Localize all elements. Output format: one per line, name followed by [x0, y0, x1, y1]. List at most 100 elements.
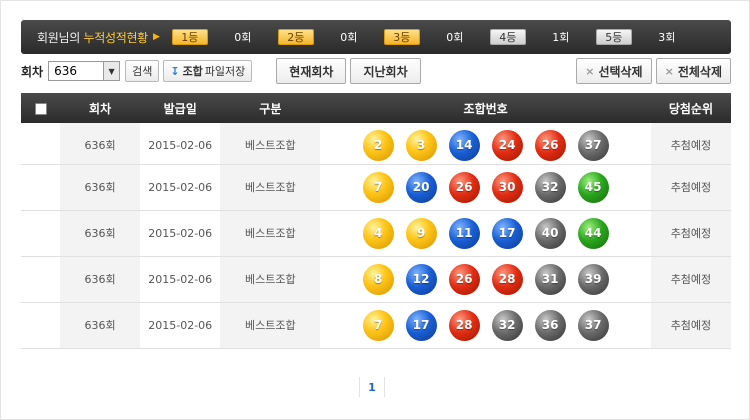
numbers-cell: 7 17 28 32 36 37 [320, 302, 651, 349]
number-ball: 44 [577, 217, 609, 249]
number-ball-group: 7 17 28 32 36 37 [320, 309, 650, 341]
header-type: 구분 [259, 101, 282, 116]
rank-badge: 4등 [489, 29, 526, 45]
table-row[interactable]: 636회 2015-02-06 베스트조합 7 20 26 30 32 45 추첨예정 [21, 164, 731, 211]
number-ball: 24 [491, 129, 523, 161]
rank-count: 0회 [234, 31, 252, 44]
rank-summary-list: 1등 0회 2등 0회 3등 0회 4등 1회 5등 3회 [171, 29, 702, 45]
numbers-cell: 4 9 11 17 40 44 [320, 210, 651, 257]
type-cell: 베스트조합 [220, 123, 321, 165]
toolbar: 회차 636 ▼ 검색 ↧ 조합 파일저장 현재회차 지난회차 × 선택삭제 ×… [21, 58, 731, 84]
rank-cell: 추첨예정 [650, 210, 731, 257]
number-ball: 17 [491, 217, 523, 249]
number-ball: 7 [362, 309, 394, 341]
round-cell: 636회 [60, 210, 141, 257]
round-cell: 636회 [60, 164, 141, 211]
date-cell: 2015-02-06 [140, 210, 221, 257]
rank-cell: 추첨예정 [650, 256, 731, 303]
round-label: 회차 [21, 64, 44, 79]
rank-count: 3회 [658, 31, 676, 44]
header-rank: 당첨순위 [668, 101, 714, 116]
table-header: 회차 발급일 구분 조합번호 당첨순위 [21, 93, 731, 123]
download-icon: ↧ [170, 64, 180, 78]
current-round-button[interactable]: 현재회차 [276, 58, 347, 84]
number-ball-group: 7 20 26 30 32 45 [320, 171, 650, 203]
save-file-bold-label: 조합 [182, 65, 203, 78]
number-ball: 26 [448, 263, 480, 295]
delete-selected-label: 선택삭제 [598, 64, 643, 79]
table-row[interactable]: 636회 2015-02-06 베스트조합 8 12 26 28 31 39 추첨예정 [21, 256, 731, 303]
page-link-current[interactable]: 1 [368, 381, 376, 394]
header-round: 회차 [89, 101, 112, 116]
save-file-button[interactable]: ↧ 조합 파일저장 [163, 60, 253, 82]
summary-highlight: 누적성적현황 [83, 30, 148, 45]
round-select-value: 636 [54, 64, 77, 78]
chevron-down-icon[interactable]: ▼ [103, 62, 120, 80]
delete-all-button[interactable]: × 전체삭제 [655, 58, 731, 84]
type-cell: 베스트조합 [220, 256, 321, 303]
rank-summary-item: 1등 0회 [171, 29, 278, 45]
date-cell: 2015-02-06 [140, 302, 221, 349]
table-row[interactable]: 636회 2015-02-06 베스트조합 7 17 28 32 36 37 추첨예정 [21, 302, 731, 349]
numbers-cell: 8 12 26 28 31 39 [320, 256, 651, 303]
table-row[interactable]: 636회 2015-02-06 베스트조합 4 9 11 17 40 44 추첨예정 [21, 210, 731, 257]
past-round-button[interactable]: 지난회차 [350, 58, 421, 84]
number-ball: 17 [405, 309, 437, 341]
number-ball: 32 [534, 171, 566, 203]
table-row[interactable]: 636회 2015-02-06 베스트조합 2 3 14 24 26 37 추첨예정 [21, 123, 731, 165]
number-ball: 30 [491, 171, 523, 203]
select-all-checkbox[interactable] [34, 102, 47, 115]
number-ball: 14 [448, 129, 480, 161]
number-ball: 36 [534, 309, 566, 341]
triangle-right-icon: ▶ [152, 32, 160, 42]
rank-count: 0회 [340, 31, 358, 44]
rank-summary-item: 5등 3회 [595, 29, 702, 45]
number-ball-group: 4 9 11 17 40 44 [320, 217, 650, 249]
number-ball: 9 [405, 217, 437, 249]
number-ball: 3 [405, 129, 437, 161]
header-date: 발급일 [163, 101, 197, 116]
table-body: 636회 2015-02-06 베스트조합 2 3 14 24 26 37 추첨예정 636회 201… [21, 123, 731, 349]
number-ball: 28 [491, 263, 523, 295]
select-all-cell [21, 93, 60, 123]
date-cell: 2015-02-06 [140, 256, 221, 303]
type-cell: 베스트조합 [220, 164, 321, 211]
summary-title: 회원님의 누적성적현황 [37, 29, 148, 46]
close-icon: × [664, 64, 674, 78]
rank-summary-item: 4등 1회 [489, 29, 596, 45]
row-select-cell [21, 164, 61, 211]
delete-selected-button[interactable]: × 선택삭제 [576, 58, 652, 84]
type-cell: 베스트조합 [220, 302, 321, 349]
numbers-cell: 2 3 14 24 26 37 [320, 123, 651, 165]
round-cell: 636회 [60, 123, 141, 165]
search-button[interactable]: 검색 [125, 60, 160, 82]
date-cell: 2015-02-06 [140, 164, 221, 211]
number-ball: 7 [362, 171, 394, 203]
row-select-cell [21, 302, 61, 349]
number-ball: 28 [448, 309, 480, 341]
round-cell: 636회 [60, 302, 141, 349]
date-cell: 2015-02-06 [140, 123, 221, 165]
lotto-history-panel: 회원님의 누적성적현황 ▶ 1등 0회 2등 0회 3등 0회 4등 1회 5등 3회 회차 63… [0, 0, 750, 420]
number-ball: 31 [534, 263, 566, 295]
row-select-cell [21, 256, 61, 303]
cumulative-summary-bar: 회원님의 누적성적현황 ▶ 1등 0회 2등 0회 3등 0회 4등 1회 5등 3회 [21, 20, 731, 54]
combination-table: 회차 발급일 구분 조합번호 당첨순위 636회 2015-02-06 베스트조합 2… [21, 93, 731, 349]
number-ball: 20 [405, 171, 437, 203]
rank-summary-item: 2등 0회 [277, 29, 384, 45]
summary-prefix: 회원님의 [37, 30, 84, 45]
round-cell: 636회 [60, 256, 141, 303]
number-ball: 32 [491, 309, 523, 341]
pagination: 1 [359, 377, 385, 397]
number-ball: 2 [362, 129, 394, 161]
rank-cell: 추첨예정 [650, 123, 731, 165]
number-ball: 12 [405, 263, 437, 295]
number-ball: 45 [577, 171, 609, 203]
rank-cell: 추첨예정 [650, 302, 731, 349]
number-ball: 37 [577, 129, 609, 161]
rank-badge: 1등 [171, 29, 208, 45]
number-ball: 37 [577, 309, 609, 341]
round-select[interactable]: 636 ▼ [48, 61, 121, 81]
number-ball: 11 [448, 217, 480, 249]
number-ball: 39 [577, 263, 609, 295]
